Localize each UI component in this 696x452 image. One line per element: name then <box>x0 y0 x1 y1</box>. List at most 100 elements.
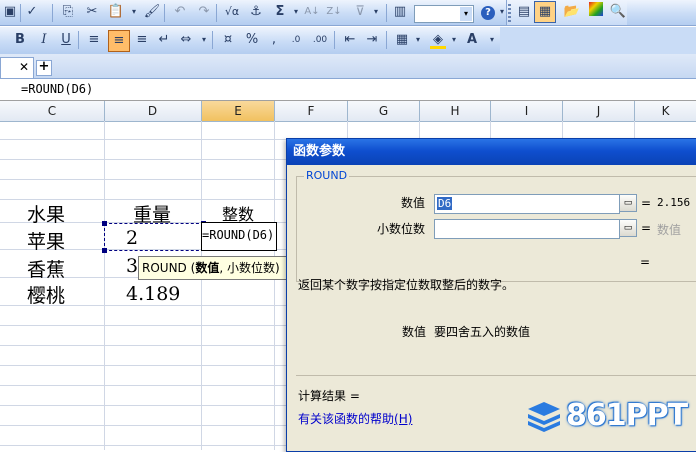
close-tab-icon[interactable]: ✕ <box>19 60 29 74</box>
increase-decimal-icon[interactable]: .0 <box>286 30 306 50</box>
open-folder-icon[interactable]: 📂 <box>562 2 582 22</box>
merge-center-icon[interactable]: ⇔ <box>176 30 196 50</box>
column-header-f[interactable]: F <box>275 101 348 121</box>
function-argument-tooltip: ROUND (数值, 小数位数) <box>138 256 289 280</box>
cell-d6[interactable]: 2 <box>126 227 138 249</box>
color-palette-icon[interactable] <box>586 2 606 22</box>
wrap-text-icon[interactable]: ↵ <box>154 30 174 50</box>
formula-text: =ROUND(D6) <box>21 82 94 96</box>
paste-dropdown-icon[interactable]: ▾ <box>124 2 144 22</box>
bold-icon[interactable]: B <box>10 30 30 50</box>
arg2-input[interactable] <box>434 219 620 239</box>
cell-c7[interactable]: 香蕉 <box>27 255 65 282</box>
italic-icon[interactable]: I <box>34 30 54 50</box>
print-preview-icon[interactable]: ▣ <box>0 2 20 22</box>
column-header-d[interactable]: D <box>104 101 202 121</box>
tooltip-paren-close: ) <box>275 261 280 275</box>
align-center-icon[interactable]: ≡ <box>108 30 130 52</box>
cell-d7[interactable]: 3 <box>126 255 138 277</box>
research-icon[interactable]: 🔍 <box>608 2 628 22</box>
arg-help-text: 要四舍五入的数值 <box>434 325 531 339</box>
watermark: 861PPT <box>524 398 696 434</box>
font-color-dropdown-icon[interactable]: ▾ <box>482 30 502 50</box>
hyperlink-icon[interactable]: ⚓ <box>246 2 266 22</box>
zoom-dropdown[interactable]: ▾ <box>414 5 474 23</box>
format-painter-icon[interactable]: 🖌 <box>142 2 162 22</box>
copy-icon[interactable]: ⎘ <box>58 2 78 22</box>
column-header-j[interactable]: J <box>563 101 635 121</box>
font-color-icon[interactable]: A <box>462 30 482 50</box>
cell-d6-selection[interactable] <box>102 221 206 253</box>
arg2-collapse-button[interactable]: ▭ <box>619 219 637 237</box>
cut-icon[interactable]: ✂ <box>82 2 102 22</box>
tooltip-func[interactable]: ROUND <box>142 261 187 275</box>
column-header-k[interactable]: K <box>635 101 696 121</box>
borders-dropdown-icon[interactable]: ▾ <box>408 30 428 50</box>
arg1-value: D6 <box>437 197 453 210</box>
tooltip-arg2[interactable]: 小数位数 <box>227 261 275 275</box>
formatting-toolbar: B I U ≡ ≡ ≡ ↵ ⇔ ▾ ¤ % , .0 .00 ⇤ ⇥ ▦ ▾ ◈… <box>0 27 696 55</box>
column-header-c[interactable]: C <box>0 101 105 121</box>
chart-wizard-icon[interactable]: ▥ <box>390 2 410 22</box>
align-left-icon[interactable]: ≡ <box>84 30 104 50</box>
arg-help-name: 数值 <box>402 325 427 339</box>
increase-indent-icon[interactable]: ⇥ <box>362 30 382 50</box>
standard-toolbar: ▣ ✓ ⎘ ✂ 📋 ▾ 🖌 ↶ ↷ √α ⚓ Σ ▾ A↓ Z↓ ⊽ ▾ ▥ ▾… <box>0 0 696 26</box>
cell-d8[interactable]: 4.189 <box>126 283 180 305</box>
tooltip-arg1[interactable]: 数值 <box>195 261 219 275</box>
dialog-title-bar[interactable]: 函数参数 <box>287 139 696 165</box>
arg2-result: 数值 <box>657 223 682 237</box>
spelling-icon[interactable]: ✓ <box>22 2 42 22</box>
redo-icon[interactable]: ↷ <box>194 2 214 22</box>
merge-dropdown-icon[interactable]: ▾ <box>194 30 214 50</box>
cell-c6[interactable]: 苹果 <box>27 227 65 254</box>
toggle-view-icon[interactable]: ▦ <box>534 1 556 23</box>
decrease-decimal-icon[interactable]: .00 <box>310 30 330 50</box>
fill-color-dropdown-icon[interactable]: ▾ <box>444 30 464 50</box>
currency-icon[interactable]: ¤ <box>218 30 238 50</box>
decrease-indent-icon[interactable]: ⇤ <box>340 30 360 50</box>
arg1-label: 数值 <box>401 196 426 210</box>
column-header-h[interactable]: H <box>420 101 491 121</box>
insert-function-icon[interactable]: √α <box>222 2 242 22</box>
arg2-label: 小数位数 <box>377 222 426 236</box>
cell-c5[interactable]: 水果 <box>27 200 65 227</box>
arg1-input[interactable]: D6 <box>434 194 620 214</box>
help-link-text: 有关该函数的帮助 <box>298 412 395 426</box>
workbook-tab-strip: ✕ + <box>0 54 696 79</box>
dialog-title: 函数参数 <box>293 144 346 159</box>
column-header-g[interactable]: G <box>348 101 420 121</box>
formula-bar[interactable]: =ROUND(D6) <box>0 79 696 101</box>
tooltip-sep: , <box>219 261 224 275</box>
filter-dropdown-icon[interactable]: ▾ <box>366 2 386 22</box>
help-link[interactable]: 有关该函数的帮助(H) <box>298 410 412 427</box>
percent-icon[interactable]: % <box>242 30 262 50</box>
cell-e6-active[interactable]: =ROUND(D6) <box>201 222 277 251</box>
arg1-equals: = <box>641 196 652 210</box>
form-icon[interactable]: ▤ <box>514 2 534 22</box>
column-headers: C D E F G H I J K <box>0 101 696 122</box>
cell-c8[interactable]: 樱桃 <box>27 281 65 308</box>
paste-icon[interactable]: 📋 <box>106 2 126 22</box>
comma-style-icon[interactable]: , <box>264 30 284 50</box>
stack-logo-icon <box>528 402 560 432</box>
cell-e6-formula: =ROUND(D6) <box>202 228 275 242</box>
zoom-dropdown-arrow-icon[interactable]: ▾ <box>460 7 472 21</box>
arg1-collapse-button[interactable]: ▭ <box>619 194 637 212</box>
arg1-result: 2.156 <box>657 196 691 209</box>
column-header-e[interactable]: E <box>202 101 275 121</box>
underline-icon[interactable]: U <box>56 30 76 50</box>
help-link-hotkey: (H) <box>394 412 413 426</box>
new-tab-icon[interactable]: + <box>36 60 52 76</box>
column-header-i[interactable]: I <box>491 101 563 121</box>
workbook-tab[interactable]: ✕ <box>0 57 34 78</box>
undo-icon[interactable]: ↶ <box>170 2 190 22</box>
group-label: ROUND <box>304 169 350 182</box>
function-result-equals: = <box>640 255 651 269</box>
arg2-equals: = <box>641 221 652 235</box>
function-description: 返回某个数字按指定位数取整后的数字。 <box>298 278 515 292</box>
sort-descending-icon[interactable]: Z↓ <box>324 2 344 22</box>
dialog-divider <box>296 375 696 376</box>
align-right-icon[interactable]: ≡ <box>132 30 152 50</box>
sort-ascending-icon[interactable]: A↓ <box>302 2 322 22</box>
